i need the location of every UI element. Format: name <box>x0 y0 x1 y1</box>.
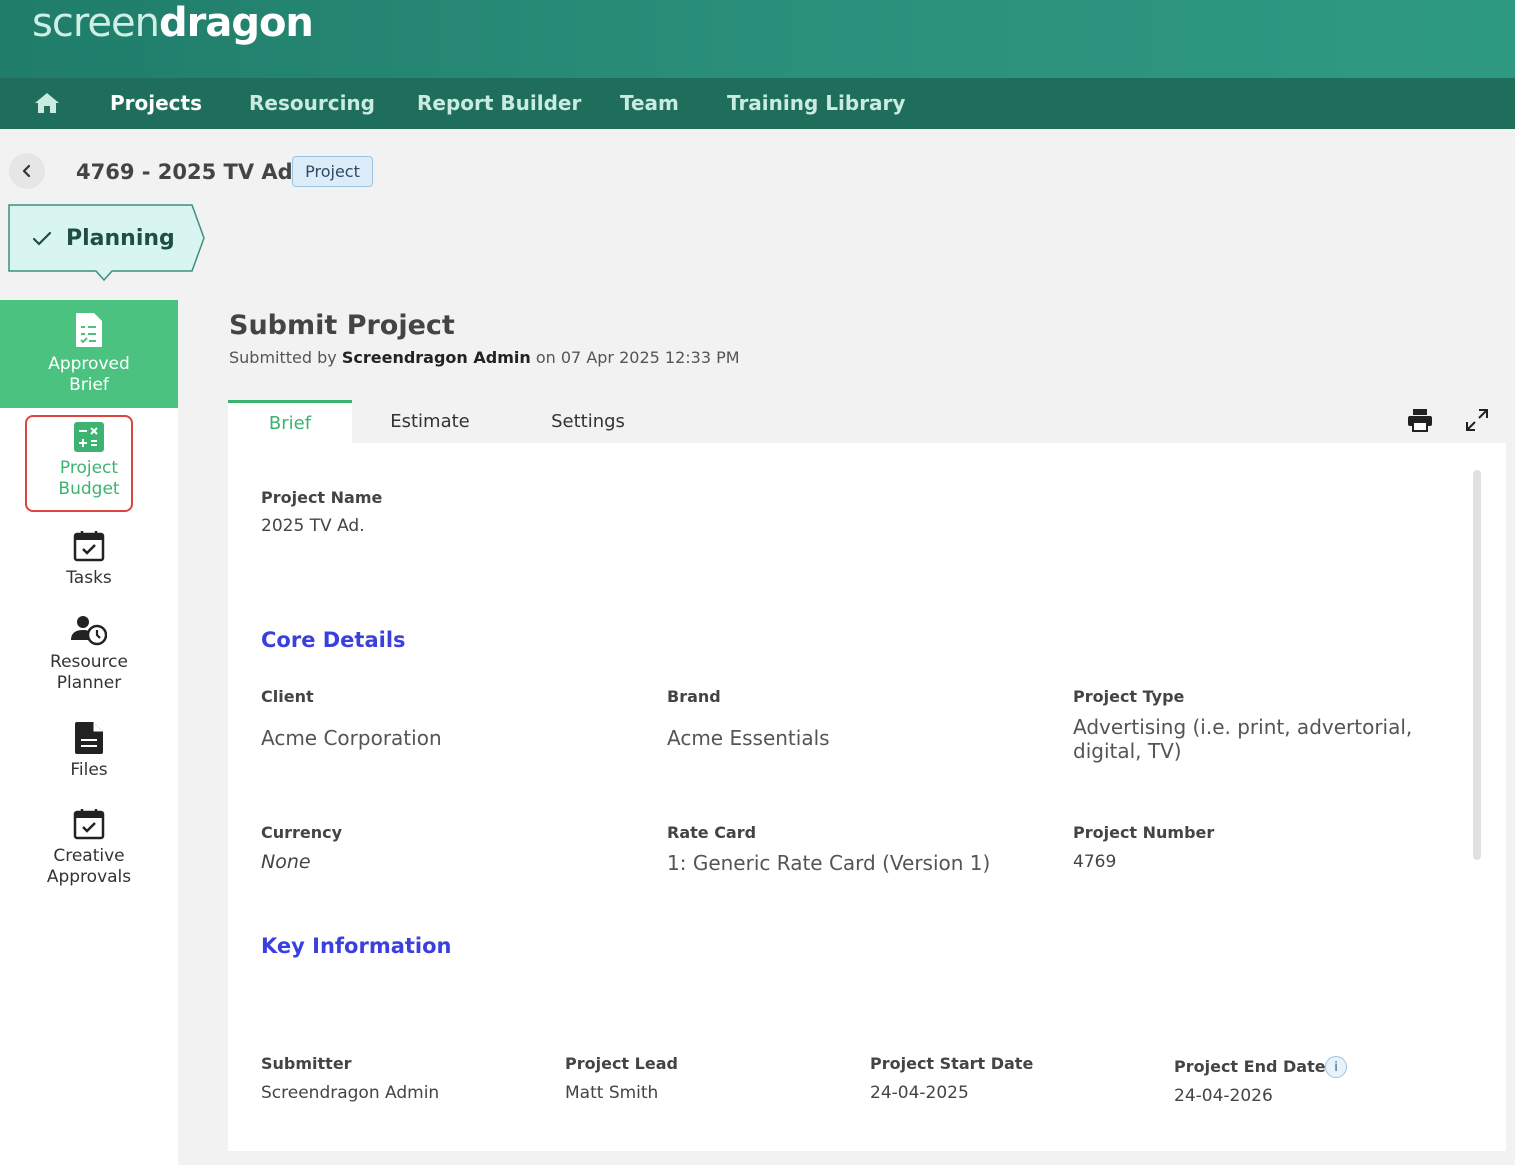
page-title-block: Submit Project <box>229 310 455 341</box>
brand-value: Acme Essentials <box>667 726 830 750</box>
highlight-box <box>25 415 133 512</box>
project-name-value: 2025 TV Ad. <box>261 516 365 536</box>
sidebar-item-tasks[interactable]: Tasks <box>0 530 178 589</box>
user-clock-icon <box>71 616 107 646</box>
sidebar-item-approved-brief[interactable]: Approved Brief <box>0 300 178 408</box>
project-type-value-line1: Advertising (i.e. print, advertorial, <box>1073 715 1413 739</box>
sidebar-item-files[interactable]: Files <box>0 722 178 781</box>
project-number-label: Project Number <box>1073 823 1215 842</box>
tab-settings[interactable]: Settings <box>526 400 650 443</box>
stage-planning[interactable]: Planning <box>8 204 208 282</box>
project-type-label: Project Type <box>1073 687 1185 706</box>
check-icon <box>32 231 52 246</box>
sidebar-item-resource-planner[interactable]: Resource Planner <box>0 614 178 694</box>
file-icon <box>75 722 103 754</box>
end-date-value: 24-04-2026 <box>1174 1086 1273 1106</box>
client-value: Acme Corporation <box>261 726 442 750</box>
section-key-information: Key Information <box>261 934 452 958</box>
expand-icon[interactable] <box>1465 408 1489 432</box>
brand-label: Brand <box>667 687 721 706</box>
nav-resourcing[interactable]: Resourcing <box>249 91 375 115</box>
submitter-value: Screendragon Admin <box>261 1083 440 1103</box>
sidebar-item-label: Files <box>70 760 108 780</box>
scrollbar[interactable] <box>1473 470 1481 860</box>
stage-label: Planning <box>66 226 175 251</box>
info-icon[interactable]: i <box>1325 1056 1347 1078</box>
sidebar-item-creative-approvals[interactable]: Creative Approvals <box>0 808 178 888</box>
client-label: Client <box>261 687 314 706</box>
sidebar-item-label: Resource Planner <box>50 652 128 693</box>
project-number-value: 4769 <box>1073 852 1117 872</box>
print-icon[interactable] <box>1407 408 1433 432</box>
submitted-info: Submitted by Screendragon Admin on 07 Ap… <box>229 348 740 367</box>
project-type-badge: Project <box>292 156 373 187</box>
tab-brief[interactable]: Brief <box>228 400 352 443</box>
rate-card-label: Rate Card <box>667 823 757 842</box>
main-nav: Projects Resourcing Report Builder Team … <box>0 78 1515 129</box>
project-type-value-line2: digital, TV) <box>1073 739 1182 763</box>
chevron-left-icon <box>22 164 31 178</box>
submitter-name: Screendragon Admin <box>341 348 531 367</box>
end-date-label: Project End Date <box>1174 1057 1326 1076</box>
rate-card-value: 1: Generic Rate Card (Version 1) <box>667 851 991 875</box>
project-lead-label: Project Lead <box>565 1054 678 1073</box>
home-icon[interactable] <box>34 92 60 114</box>
project-title: 4769 - 2025 TV Ad. <box>76 160 301 184</box>
nav-report-builder[interactable]: Report Builder <box>417 91 581 115</box>
sidebar-item-label: Tasks <box>66 568 112 588</box>
brief-document-icon <box>76 313 102 347</box>
tab-estimate[interactable]: Estimate <box>368 400 492 443</box>
nav-projects[interactable]: Projects <box>110 91 202 115</box>
sidebar-item-label: Creative Approvals <box>46 846 132 887</box>
brief-panel <box>228 443 1506 1151</box>
page-title: Submit Project <box>229 310 455 341</box>
currency-value: None <box>261 851 311 873</box>
calendar-check-icon <box>73 809 105 840</box>
nav-team[interactable]: Team <box>620 91 679 115</box>
start-date-label: Project Start Date <box>870 1054 1034 1073</box>
project-sidebar: Approved Brief Project Budget Tasks Reso… <box>0 300 178 1165</box>
top-header: screendragon <box>0 0 1515 78</box>
submitter-label: Submitter <box>261 1054 352 1073</box>
back-button[interactable] <box>9 153 45 189</box>
currency-label: Currency <box>261 823 343 842</box>
screendragon-logo[interactable]: screendragon <box>32 0 314 46</box>
section-core-details: Core Details <box>261 628 406 652</box>
calendar-check-icon <box>73 531 105 562</box>
nav-training-library[interactable]: Training Library <box>727 91 905 115</box>
project-name-label: Project Name <box>261 488 383 507</box>
sidebar-item-label: Approved Brief <box>48 354 130 395</box>
start-date-value: 24-04-2025 <box>870 1083 969 1103</box>
project-lead-value: Matt Smith <box>565 1083 659 1103</box>
